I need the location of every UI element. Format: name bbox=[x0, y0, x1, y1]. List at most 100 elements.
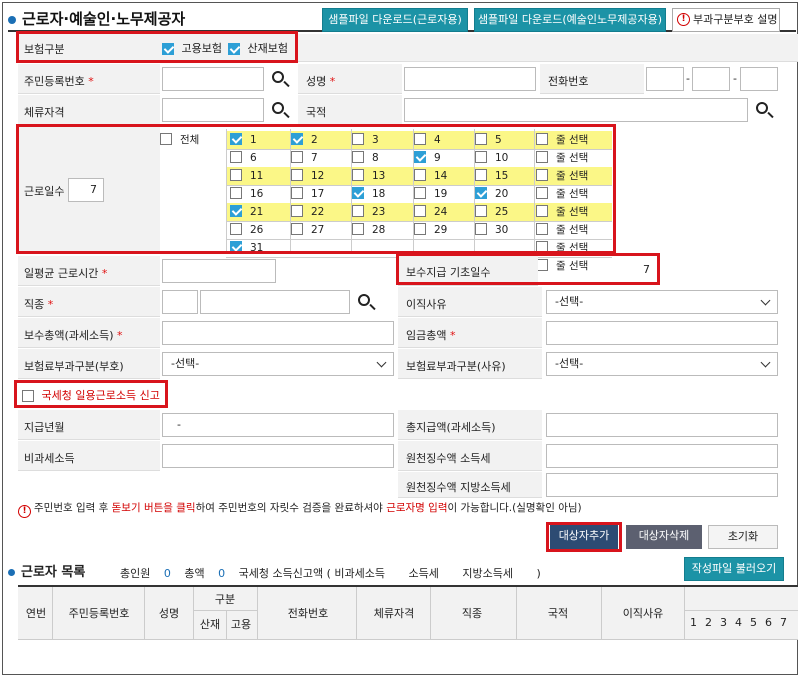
load-file-button[interactable]: 작성파일 불러오기 bbox=[684, 557, 784, 581]
industrial-insurance-label: 산재보험 bbox=[247, 42, 288, 55]
job-type-search-button[interactable] bbox=[352, 290, 380, 314]
worker-list-summary: 총인원 0 총액 0 국세청 소득신고액 ( 비과세소득 소득세 지방소득세 ) bbox=[120, 567, 541, 580]
table-col-divider bbox=[193, 587, 194, 639]
col-phone: 전화번호 bbox=[287, 607, 329, 620]
table-col-divider bbox=[356, 587, 357, 639]
nationality-label: 국적 bbox=[306, 106, 327, 119]
levy-reason-selected: -선택- bbox=[555, 357, 584, 370]
total-paid-label: 총지급액(과세소득) bbox=[406, 421, 496, 434]
stay-status-input[interactable] bbox=[162, 98, 264, 122]
alert-icon: ! bbox=[18, 505, 31, 518]
wage-total-input[interactable] bbox=[546, 321, 778, 345]
reset-button[interactable]: 초기화 bbox=[708, 525, 778, 549]
total-pay-input[interactable] bbox=[162, 321, 394, 345]
levy-code-label: 보험료부과구분(부호) bbox=[24, 360, 124, 373]
table-header-bottom-border bbox=[18, 639, 798, 640]
tax-report-checkbox[interactable] bbox=[22, 390, 34, 402]
industrial-insurance-checkbox[interactable] bbox=[228, 43, 240, 55]
chevron-down-icon bbox=[376, 357, 387, 368]
col-stay-status: 체류자격 bbox=[373, 607, 415, 620]
stay-status-search-button[interactable] bbox=[266, 98, 294, 122]
table-row-divider bbox=[684, 610, 798, 611]
table-col-divider bbox=[684, 587, 685, 639]
resident-no-search-button[interactable] bbox=[266, 67, 294, 91]
table-col-divider bbox=[257, 587, 258, 639]
col-day-2: 2 bbox=[705, 616, 712, 629]
delete-target-button[interactable]: 대상자삭제 bbox=[626, 525, 702, 549]
col-day-1: 1 bbox=[690, 616, 697, 629]
nationality-search-button[interactable] bbox=[750, 98, 778, 122]
worker-list-title: 근로자 목록 bbox=[8, 561, 85, 580]
nationality-input[interactable] bbox=[404, 98, 748, 122]
levy-reason-select[interactable]: -선택- bbox=[546, 352, 778, 376]
industrial-insurance-checkbox-group[interactable]: 산재보험 bbox=[228, 40, 288, 56]
levy-code-select[interactable]: -선택- bbox=[162, 352, 394, 376]
table-col-divider bbox=[226, 611, 227, 639]
name-label: 성명 * bbox=[306, 75, 336, 88]
name-input[interactable] bbox=[404, 67, 536, 91]
col-day-6: 6 bbox=[765, 616, 772, 629]
leave-reason-label: 이직사유 bbox=[406, 298, 447, 311]
col-nationality: 국적 bbox=[547, 607, 569, 620]
page-title-text: 근로자·예술인·노무제공자 bbox=[22, 10, 186, 28]
col-industrial: 산재 bbox=[199, 618, 221, 631]
chevron-down-icon bbox=[760, 357, 771, 368]
resident-no-input[interactable] bbox=[162, 67, 264, 91]
pay-basis-days-label: 보수지급 기초일수 bbox=[406, 266, 491, 279]
employment-insurance-checkbox-group[interactable]: 고용보험 bbox=[162, 40, 222, 56]
col-resident-no: 주민등록번호 bbox=[68, 607, 130, 620]
search-icon bbox=[358, 294, 370, 306]
non-taxable-label: 비과세소득 bbox=[24, 452, 75, 465]
add-target-button[interactable]: 대상자추가 bbox=[550, 525, 618, 549]
col-day-4: 4 bbox=[735, 616, 742, 629]
total-people-value: 0 bbox=[163, 567, 171, 580]
insurance-label: 보험구분 bbox=[24, 43, 65, 56]
job-type-label: 직종 * bbox=[24, 298, 54, 311]
col-leave-reason: 이직사유 bbox=[622, 607, 664, 620]
withholding-local-input[interactable] bbox=[546, 473, 778, 497]
search-icon bbox=[272, 102, 284, 114]
tax-report-label: 국세청 일용근로소득 신고 bbox=[41, 389, 160, 402]
phone-input-2[interactable] bbox=[692, 67, 730, 91]
pay-basis-days-value[interactable]: 7 bbox=[546, 259, 654, 281]
employment-insurance-checkbox[interactable] bbox=[162, 43, 174, 55]
job-type-code-input[interactable] bbox=[162, 290, 198, 314]
resident-no-label: 주민등록번호 * bbox=[24, 75, 94, 88]
phone-label: 전화번호 bbox=[548, 75, 589, 88]
levy-code-help-button[interactable]: ! 부과구분부호 설명 bbox=[672, 8, 780, 32]
alert-icon: ! bbox=[677, 13, 690, 26]
withholding-income-input[interactable] bbox=[546, 444, 778, 468]
phone-input-3[interactable] bbox=[740, 67, 778, 91]
notice-text: ! 주민번호 입력 후 돋보기 버튼을 클릭하여 주민번호의 자릿수 검증을 완료… bbox=[18, 500, 798, 518]
pay-month-label: 지급년월 bbox=[24, 421, 65, 434]
table-col-divider bbox=[144, 587, 145, 639]
non-taxable-input[interactable] bbox=[162, 444, 394, 468]
table-col-divider bbox=[52, 587, 53, 639]
title-bullet-icon bbox=[8, 15, 16, 24]
work-days-highlight-box bbox=[16, 124, 616, 254]
daily-hours-input[interactable] bbox=[162, 259, 276, 283]
job-type-name-input[interactable] bbox=[200, 290, 350, 314]
phone-separator-2: - bbox=[733, 72, 737, 85]
table-col-divider bbox=[516, 587, 517, 639]
leave-reason-select[interactable]: -선택- bbox=[546, 290, 778, 314]
col-day-3: 3 bbox=[720, 616, 727, 629]
phone-input-1[interactable] bbox=[646, 67, 684, 91]
col-job: 직종 bbox=[461, 607, 483, 620]
list-bullet-icon bbox=[8, 569, 15, 576]
wage-total-label: 임금총액 * bbox=[406, 329, 456, 342]
page-title: 근로자·예술인·노무제공자 bbox=[8, 8, 185, 29]
total-pay-label: 보수총액(과세소득) * bbox=[24, 329, 123, 342]
levy-code-selected: -선택- bbox=[171, 357, 200, 370]
levy-code-help-label: 부과구분부호 설명 bbox=[693, 13, 778, 26]
sample-download-artist-button[interactable]: 샘플파일 다운로드(예술인노무제공자용) bbox=[474, 8, 666, 32]
col-seq: 연번 bbox=[25, 607, 47, 620]
search-icon bbox=[272, 71, 284, 83]
col-name: 성명 bbox=[158, 607, 180, 620]
pay-month-input[interactable]: - bbox=[162, 413, 394, 437]
sample-download-worker-button[interactable]: 샘플파일 다운로드(근로자용) bbox=[322, 8, 468, 32]
total-paid-input[interactable] bbox=[546, 413, 778, 437]
col-day-7: 7 bbox=[780, 616, 787, 629]
table-col-divider bbox=[430, 587, 431, 639]
tax-report-checkbox-group[interactable]: 국세청 일용근로소득 신고 bbox=[22, 387, 160, 403]
